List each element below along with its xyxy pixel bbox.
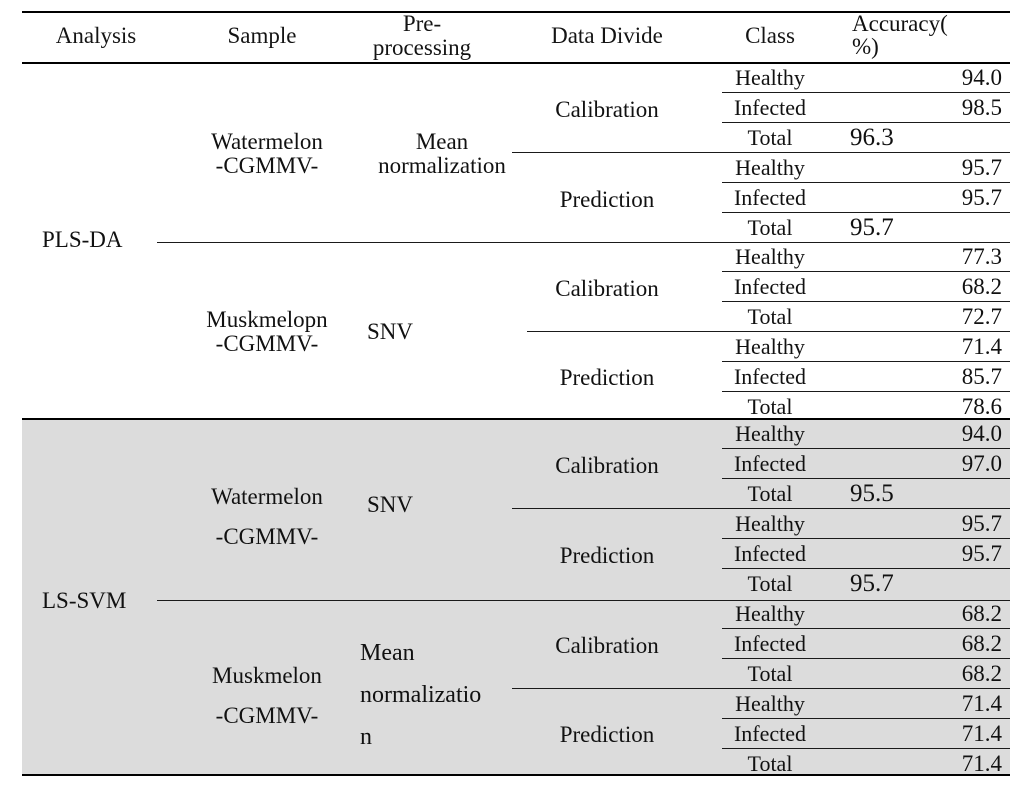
row-rule xyxy=(722,658,1010,659)
row-rule xyxy=(722,478,1010,479)
class-infected: Infected xyxy=(733,721,807,746)
header-data-divide: Data Divide xyxy=(551,23,663,48)
accuracy-value: 71.4 xyxy=(961,721,1002,746)
data-divide-prediction-plsda-muskmelon: Prediction xyxy=(559,365,655,390)
preprocessing-label-mean-norm-lssvm: Mean normalizatio n xyxy=(360,640,482,750)
class-healthy: Healthy xyxy=(735,244,805,269)
class-infected: Infected xyxy=(733,274,807,299)
class-total: Total xyxy=(747,661,793,686)
data-divide-calibration-lssvm-watermelon: Calibration xyxy=(555,453,659,478)
row-rule xyxy=(722,301,1010,302)
accuracy-value: 71.4 xyxy=(961,334,1002,359)
row-rule xyxy=(722,212,1010,213)
row-rule xyxy=(722,538,1010,539)
divide-rule xyxy=(512,508,1010,509)
class-total: Total xyxy=(747,571,793,596)
divide-rule xyxy=(527,331,1010,332)
accuracy-value: 71.4 xyxy=(961,691,1002,716)
accuracy-value-total: 95.5 xyxy=(850,480,894,507)
class-healthy: Healthy xyxy=(735,65,805,90)
class-infected: Infected xyxy=(733,95,807,120)
accuracy-value: 95.7 xyxy=(961,185,1002,210)
class-healthy: Healthy xyxy=(735,691,805,716)
data-divide-calibration-plsda-muskmelon: Calibration xyxy=(555,276,659,301)
accuracy-value-total: 68.2 xyxy=(961,661,1002,686)
accuracy-value: 85.7 xyxy=(961,364,1002,389)
class-healthy: Healthy xyxy=(735,511,805,536)
accuracy-value: 68.2 xyxy=(961,601,1002,626)
accuracy-value-total: 78.6 xyxy=(961,394,1002,419)
class-infected: Infected xyxy=(733,185,807,210)
accuracy-value: 98.5 xyxy=(961,95,1002,120)
analysis-label-pls-da: PLS-DA xyxy=(42,227,123,252)
header-bottom-rule xyxy=(22,62,1010,64)
accuracy-value: 95.7 xyxy=(961,155,1002,180)
row-rule xyxy=(722,271,1010,272)
data-divide-calibration-plsda-watermelon: Calibration xyxy=(555,97,659,122)
divide-rule xyxy=(512,152,1010,153)
row-rule xyxy=(722,92,1010,93)
table-bottom-rule xyxy=(22,774,1010,776)
accuracy-value: 68.2 xyxy=(961,631,1002,656)
row-rule xyxy=(722,448,1010,449)
accuracy-value-total: 72.7 xyxy=(961,304,1002,329)
class-healthy: Healthy xyxy=(735,155,805,180)
sample-rule xyxy=(157,600,1010,601)
class-infected: Infected xyxy=(733,541,807,566)
preprocessing-label-snv-plsda: SNV xyxy=(367,319,414,344)
accuracy-value: 77.3 xyxy=(961,244,1002,269)
header-accuracy: Accuracy( %) xyxy=(852,11,948,59)
data-divide-prediction-lssvm-watermelon: Prediction xyxy=(559,543,655,568)
row-rule xyxy=(722,122,1010,123)
class-healthy: Healthy xyxy=(735,334,805,359)
divide-rule xyxy=(512,688,1010,689)
accuracy-value-total: 96.3 xyxy=(850,124,894,151)
sample-rule xyxy=(157,242,1010,243)
accuracy-value: 95.7 xyxy=(961,511,1002,536)
class-total: Total xyxy=(747,481,793,506)
header-sample: Sample xyxy=(227,23,297,48)
accuracy-value-total: 95.7 xyxy=(850,214,894,241)
class-total: Total xyxy=(747,394,793,419)
header-preprocessing: Pre- processing xyxy=(372,11,472,60)
header-analysis: Analysis xyxy=(55,23,137,48)
class-infected: Infected xyxy=(733,631,807,656)
accuracy-value: 97.0 xyxy=(961,451,1002,476)
data-divide-prediction-lssvm-muskmelon: Prediction xyxy=(559,722,655,747)
class-total: Total xyxy=(747,751,793,776)
sample-label-muskmelon-plsda: Muskmelopn -CGMMV- xyxy=(206,307,328,356)
class-total: Total xyxy=(747,125,793,150)
data-divide-calibration-lssvm-muskmelon: Calibration xyxy=(555,633,659,658)
data-divide-prediction-plsda-watermelon: Prediction xyxy=(559,187,655,212)
row-rule xyxy=(722,718,1010,719)
class-healthy: Healthy xyxy=(735,601,805,626)
row-rule xyxy=(722,628,1010,629)
accuracy-value-total: 71.4 xyxy=(961,751,1002,776)
sample-label-watermelon-lssvm: Watermelon -CGMMV- xyxy=(211,484,323,550)
section-rule xyxy=(22,418,1010,420)
preprocessing-label-mean-norm-plsda: Mean normalization xyxy=(378,129,506,178)
class-infected: Infected xyxy=(733,364,807,389)
class-healthy: Healthy xyxy=(735,421,805,446)
row-rule xyxy=(722,568,1010,569)
sample-label-muskmelon-lssvm: Muskmelon -CGMMV- xyxy=(212,663,322,729)
row-rule xyxy=(722,182,1010,183)
row-rule xyxy=(722,748,1010,749)
class-total: Total xyxy=(747,304,793,329)
class-total: Total xyxy=(747,215,793,240)
accuracy-value: 94.0 xyxy=(961,65,1002,90)
class-infected: Infected xyxy=(733,451,807,476)
accuracy-value-total: 95.7 xyxy=(850,570,894,597)
accuracy-value: 95.7 xyxy=(961,541,1002,566)
preprocessing-label-snv-lssvm: SNV xyxy=(367,492,414,517)
accuracy-table: Analysis Sample Pre- processing Data Div… xyxy=(22,11,1010,776)
row-rule xyxy=(722,361,1010,362)
accuracy-value: 94.0 xyxy=(961,421,1002,446)
sample-label-watermelon-plsda: Watermelon -CGMMV- xyxy=(211,129,323,178)
accuracy-value: 68.2 xyxy=(961,274,1002,299)
row-rule xyxy=(722,391,1010,392)
header-class: Class xyxy=(745,23,795,48)
